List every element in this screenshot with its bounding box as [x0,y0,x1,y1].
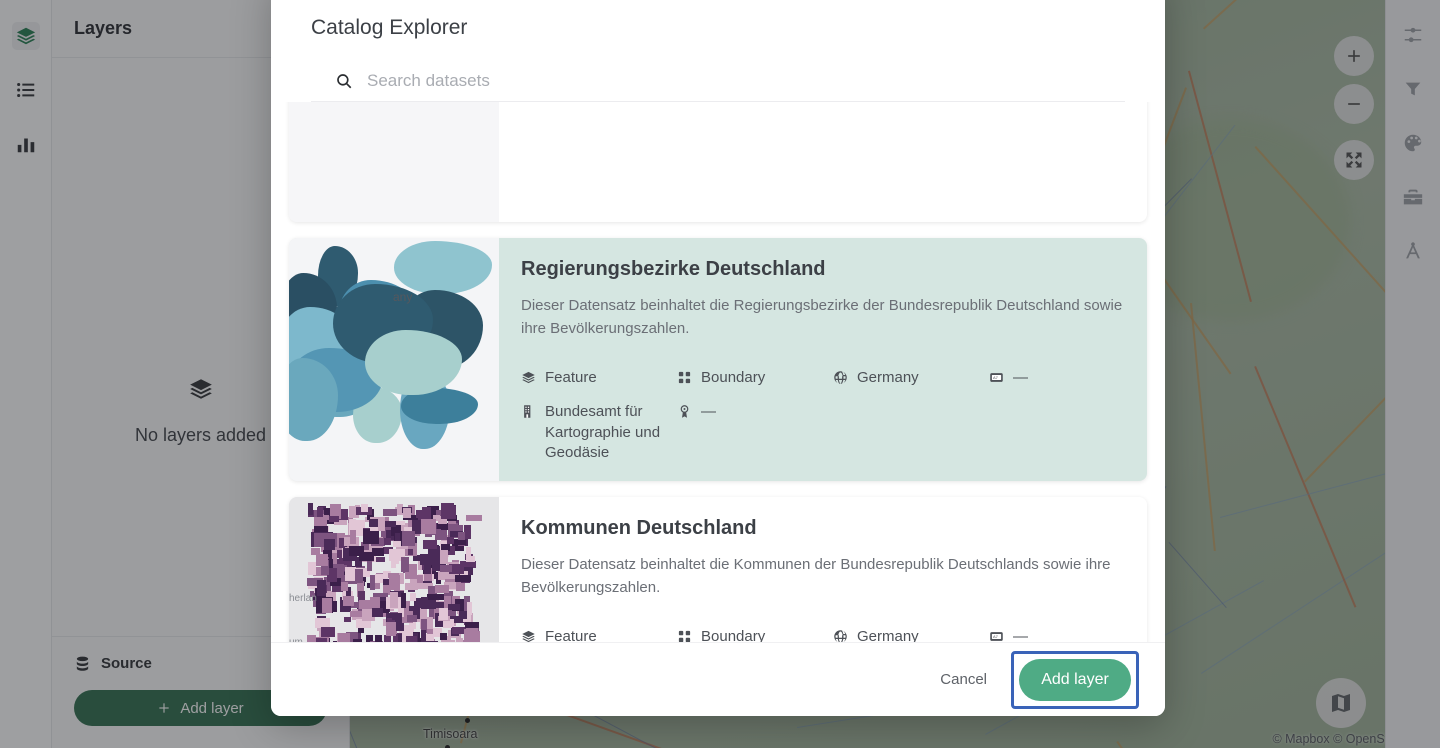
dataset-description: Dieser Datensatz beinhaltet die Regierun… [521,297,1123,337]
dataset-thumbnail: herlanumCzechia [289,497,499,642]
dataset-card-body: Kommunen Deutschland Dieser Datensatz bei… [499,497,1147,642]
dataset-description: Dieser Datensatz beinhaltet die Kommunen… [521,556,1111,596]
globe-icon [834,630,847,642]
dialog-footer: Cancel Add layer [271,642,1165,716]
meta-country: Germany [833,627,989,642]
dataset-card-body: FeatureBoundaryGermanyA7——— [499,102,1147,222]
search-icon [337,73,352,88]
meta-license: — [677,402,833,422]
dataset-thumbnail: any [289,238,499,481]
meta-type-value: Feature [545,628,597,642]
building-icon [524,405,531,418]
globe-icon [834,371,847,384]
dataset-card[interactable]: herlanumCzechia Kommunen Deutschland Diese… [289,497,1147,642]
meta-country: Germany [833,368,989,388]
meta-type: Feature [521,368,677,388]
dataset-title: Kommunen Deutschland [521,517,757,539]
meta-country-value: Germany [857,369,919,386]
award-icon [680,405,689,418]
svg-text:A7: A7 [993,634,999,639]
meta-license-value: — [701,403,716,421]
meta-language-value: — [1013,369,1028,386]
layers-icon [522,371,535,384]
catalog-explorer-dialog: Catalog Explorer GermanyelgiumLuxembourg… [271,0,1165,716]
dataset-card-body: Regierungsbezirke Deutschland Dieser Date… [499,238,1147,481]
meta-language: A7 — [989,368,1123,388]
grid-icon [678,630,691,642]
layers-icon [522,630,535,642]
meta-type: Feature [521,627,677,642]
dataset-title: Regierungsbezirke Deutschland [521,258,826,280]
meta-type-value: Feature [545,369,597,386]
meta-language-value: — [1013,628,1028,642]
dataset-thumbnail: GermanyelgiumLuxembourgCzechiaStuttgartA… [289,102,499,222]
dialog-header: Catalog Explorer [271,0,1165,102]
meta-provider-value: Bundesamt für Kartographie und Geodäsie [545,403,661,461]
search-input[interactable] [367,70,1107,91]
meta-category-value: Boundary [701,628,766,642]
svg-text:A7: A7 [993,375,999,380]
meta-category: Boundary [677,368,833,388]
meta-category-value: Boundary [701,369,766,386]
card-icon: A7 [990,373,1003,382]
dataset-card[interactable]: any Regierungsbezirke Deutschland Dieser D… [289,238,1147,481]
add-layer-focus-ring: Add layer [1011,650,1139,709]
dataset-card[interactable]: GermanyelgiumLuxembourgCzechiaStuttgartA… [289,102,1147,222]
search-bar [311,60,1125,102]
meta-category: Boundary [677,627,833,642]
dialog-title: Catalog Explorer [311,16,468,39]
meta-country-value: Germany [857,628,919,642]
meta-provider: Bundesamt für Kartographie und Geodäsie [521,402,677,463]
dataset-metadata: Feature Boundary Germany A7 — [521,627,1123,642]
dataset-list[interactable]: GermanyelgiumLuxembourgCzechiaStuttgartA… [271,102,1165,642]
add-layer-button[interactable]: Add layer [1019,658,1131,701]
cancel-button[interactable]: Cancel [926,663,1001,696]
meta-language: A7 — [989,627,1123,642]
dataset-metadata: Feature Boundary Germany A7 — Bundesamt für K… [521,368,1123,463]
card-icon: A7 [990,632,1003,641]
grid-icon [678,371,691,384]
